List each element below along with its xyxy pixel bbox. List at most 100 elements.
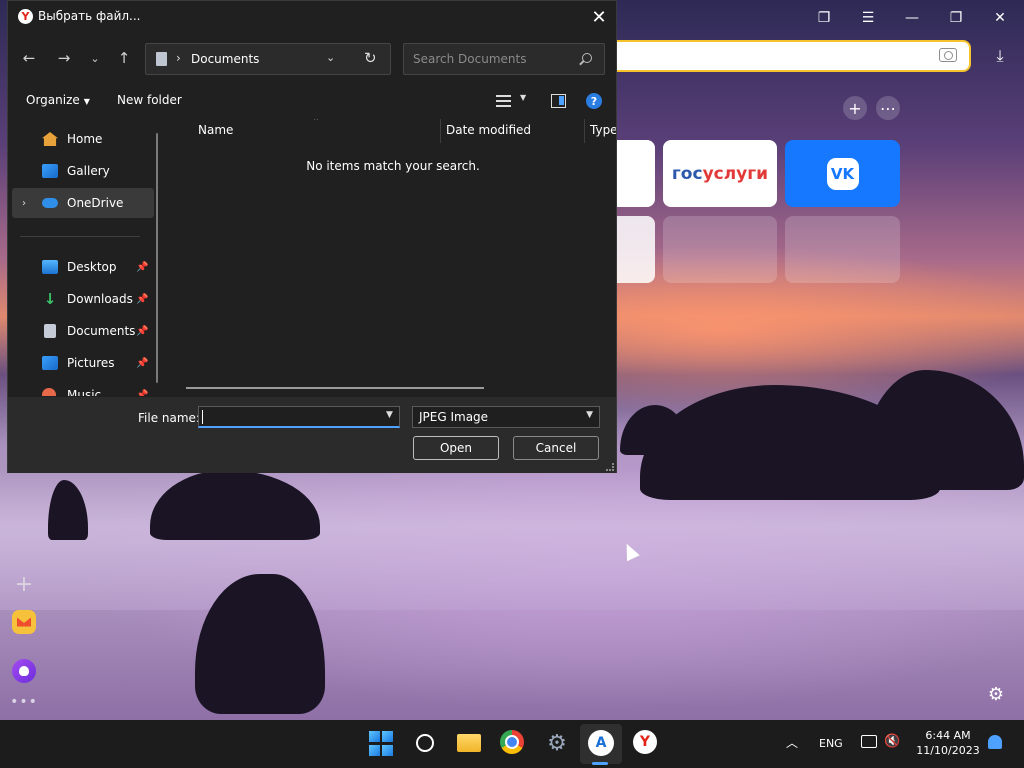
file-explorer-icon[interactable] <box>456 730 482 756</box>
file-list: ⌃ Name Date modified Type No items match… <box>168 119 616 396</box>
language-indicator[interactable]: ENG <box>819 737 843 750</box>
nav-item-label: Desktop <box>67 260 117 274</box>
column-header-name[interactable]: Name <box>198 123 233 137</box>
taskbar: ⚙ ︿ ENG 🔇 6:44 AM 11/10/2023 <box>0 720 1024 768</box>
documents-icon <box>156 52 167 66</box>
customize-icon[interactable]: ⚙ <box>984 682 1008 706</box>
camera-icon[interactable] <box>939 48 957 62</box>
organize-button[interactable]: Organize ▼ <box>26 93 90 107</box>
notification-bell-icon[interactable] <box>988 735 1002 749</box>
settings-gear-icon[interactable]: ⚙ <box>544 730 570 756</box>
chevron-down-icon[interactable]: ▼ <box>386 410 393 420</box>
search-input[interactable]: Search Documents <box>403 43 605 75</box>
speed-dial-tile[interactable] <box>617 140 655 207</box>
clock[interactable]: 6:44 AM 11/10/2023 <box>914 728 982 758</box>
nav-item-gallery[interactable]: Gallery <box>12 156 154 186</box>
column-header-type[interactable]: Type <box>590 123 616 137</box>
address-bar[interactable] <box>617 40 971 72</box>
menu-icon[interactable]: ☰ <box>854 6 882 30</box>
column-divider[interactable] <box>584 119 585 143</box>
forward-arrow-icon[interactable]: → <box>51 47 77 69</box>
back-arrow-icon[interactable]: ← <box>16 47 42 69</box>
add-tile-icon[interactable]: + <box>843 96 867 120</box>
preview-pane-icon[interactable] <box>551 94 566 108</box>
dialog-titlebar[interactable]: Y Выбрать файл... ✕ <box>8 1 616 33</box>
speed-dial-gosuslugi[interactable]: гос услуги <box>663 140 777 207</box>
windows-start-icon[interactable] <box>368 730 394 756</box>
nav-item-documents[interactable]: Documents 📌 <box>12 316 154 346</box>
address-path[interactable]: › Documents ⌄ ↻ <box>145 43 391 75</box>
navigation-bar: ← → ⌄ ↑ › Documents ⌄ ↻ Search Documents <box>8 37 616 81</box>
tile-label: услуги <box>702 163 769 184</box>
file-type-value: JPEG Image <box>419 410 489 424</box>
volume-muted-icon[interactable]: 🔇 <box>884 734 900 749</box>
alice-icon[interactable] <box>12 659 36 683</box>
column-divider[interactable] <box>440 119 441 143</box>
clock-date: 11/10/2023 <box>916 744 980 757</box>
view-list-icon[interactable] <box>496 95 511 107</box>
tray-overflow-chevron-icon[interactable]: ︿ <box>786 734 798 751</box>
pin-icon[interactable]: 📌 <box>136 358 148 369</box>
nav-item-label: Documents <box>67 324 136 338</box>
help-icon[interactable]: ? <box>586 93 602 109</box>
horizontal-scrollbar[interactable] <box>186 387 484 389</box>
pin-icon[interactable]: 📌 <box>136 294 148 305</box>
dialog-title: Выбрать файл... <box>38 9 141 23</box>
search-placeholder: Search Documents <box>413 52 527 66</box>
recent-locations-chevron-icon[interactable]: ⌄ <box>82 47 108 69</box>
path-segment[interactable]: Documents <box>191 52 259 66</box>
nav-scrollbar[interactable] <box>156 133 158 383</box>
store-icon[interactable] <box>588 730 614 756</box>
pin-icon[interactable]: 📌 <box>136 390 148 397</box>
cancel-button[interactable]: Cancel <box>513 436 599 460</box>
speed-dial-empty[interactable] <box>663 216 777 283</box>
speed-dial-empty[interactable] <box>785 216 900 283</box>
home-icon <box>42 132 58 146</box>
nav-item-pictures[interactable]: Pictures 📌 <box>12 348 154 378</box>
more-icon[interactable]: ••• <box>10 688 38 716</box>
sort-ascending-icon: ⌃ <box>312 119 320 127</box>
nav-item-desktop[interactable]: Desktop 📌 <box>12 252 154 282</box>
network-icon[interactable] <box>861 735 877 748</box>
chevron-down-icon[interactable]: ▼ <box>520 93 526 102</box>
nav-item-onedrive[interactable]: › OneDrive <box>12 188 154 218</box>
open-button[interactable]: Open <box>413 436 499 460</box>
browser-close-icon[interactable]: ✕ <box>986 6 1014 30</box>
close-button[interactable]: ✕ <box>586 4 612 30</box>
speed-dial-vk[interactable]: VK <box>785 140 900 207</box>
expand-chevron-icon[interactable]: › <box>22 198 26 209</box>
yandex-browser-icon[interactable] <box>633 730 657 754</box>
clock-time: 6:44 AM <box>925 729 971 742</box>
mail-icon[interactable] <box>12 610 36 634</box>
minimize-icon[interactable]: — <box>898 6 926 30</box>
nav-item-label: Music <box>67 388 102 396</box>
speed-dial-tile[interactable] <box>617 216 655 283</box>
more-icon[interactable]: ⋯ <box>876 96 900 120</box>
refresh-icon[interactable]: ↻ <box>364 49 377 67</box>
file-open-dialog: Y Выбрать файл... ✕ ← → ⌄ ↑ › Documents … <box>7 0 617 473</box>
browser-window-controls: ❐ ☰ — ❐ ✕ <box>617 0 1024 36</box>
restore-icon[interactable]: ❐ <box>942 6 970 30</box>
chrome-icon[interactable] <box>500 730 524 754</box>
add-panel-icon[interactable]: + <box>10 570 38 598</box>
chevron-down-icon[interactable]: ⌄ <box>326 51 335 64</box>
path-separator-icon[interactable]: › <box>176 51 181 65</box>
pin-icon[interactable]: 📌 <box>136 262 148 273</box>
bookmarks-icon[interactable]: ❐ <box>810 6 838 30</box>
pin-icon[interactable]: 📌 <box>136 326 148 337</box>
nav-item-music[interactable]: Music 📌 <box>12 380 154 396</box>
file-name-input[interactable] <box>198 406 400 428</box>
nav-item-label: OneDrive <box>67 196 124 210</box>
new-folder-button[interactable]: New folder <box>117 93 182 107</box>
up-arrow-icon[interactable]: ↑ <box>111 47 137 69</box>
column-header-date-modified[interactable]: Date modified <box>446 123 531 137</box>
download-icon[interactable]: ⤓ <box>988 44 1012 68</box>
nav-item-label: Downloads <box>67 292 133 306</box>
search-icon[interactable] <box>412 730 438 756</box>
nav-item-downloads[interactable]: ↓ Downloads 📌 <box>12 284 154 314</box>
desktop-icon <box>42 260 58 274</box>
resize-grip-icon[interactable] <box>606 463 614 471</box>
nav-item-home[interactable]: Home <box>12 124 154 154</box>
chevron-down-icon: ▼ <box>586 410 593 420</box>
file-type-select[interactable]: JPEG Image ▼ <box>412 406 600 428</box>
